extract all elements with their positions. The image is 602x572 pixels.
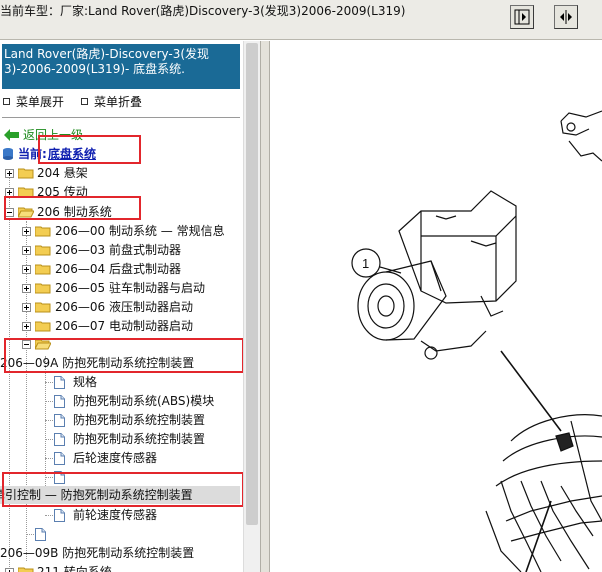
tree-node-label: 206—09B 防抱死制动系统控制装置 [0,546,195,560]
tree-node-206-03[interactable]: 206—03 前盘式制动器 [0,241,240,259]
expand-plus-icon[interactable] [22,322,31,331]
tree-doc-abs-module[interactable]: 防抱死制动系统(ABS)模块 [0,392,240,410]
highlight-box [2,472,244,507]
callout-number: 1 [362,256,369,271]
tree-node-206-06[interactable]: 206—06 液压制动器启动 [0,298,240,316]
folder-icon [18,168,34,179]
divider-line [2,117,240,118]
diagram-panel: 1 [271,41,602,572]
tree-doc-label: 后轮速度传感器 [73,451,158,465]
navigation-panel: Land Rover(路虎)-Discovery-3(发现3)-2006-200… [0,41,258,572]
tree-doc-abs-control-1[interactable]: 防抱死制动系统控制装置 [0,411,240,429]
collapse-square-icon [81,98,88,105]
tree-node-label: 206—06 液压制动器启动 [55,300,193,314]
document-icon [54,376,65,389]
database-icon [3,148,13,160]
expand-plus-icon[interactable] [5,169,14,178]
expand-plus-icon[interactable] [5,568,14,572]
tree-line [26,534,34,535]
tree-node-label: 206—07 电动制动器启动 [55,319,193,333]
highlight-box [4,196,141,220]
tree-node-204[interactable]: 204 悬架 [0,164,240,182]
expand-right-icon [514,9,530,25]
tree-node-label: 206—00 制动系统 — 常规信息 [55,224,225,238]
document-icon [54,395,65,408]
scrollbar-thumb[interactable] [246,43,258,525]
tree-doc-rear-sensor[interactable]: 后轮速度传感器 [0,449,240,467]
folder-icon [18,567,34,572]
tree-line [45,420,53,421]
tree-node-206-05[interactable]: 206—05 驻车制动器与启动 [0,279,240,297]
split-toggle-button[interactable] [554,5,578,29]
folder-icon [35,245,51,256]
panel-splitter[interactable] [260,41,270,572]
folder-icon [35,226,51,237]
expand-square-icon [3,98,10,105]
document-icon [54,433,65,446]
tree-doc-abs-control-2[interactable]: 防抱死制动系统控制装置 [0,430,240,448]
expand-plus-icon[interactable] [22,303,31,312]
highlight-box [4,338,244,373]
tree-line [45,515,53,516]
tree-node-211[interactable]: 211 转向系统 [0,563,240,572]
tree-node-206-07[interactable]: 206—07 电动制动器启动 [0,317,240,335]
document-icon [54,509,65,522]
tree-node-label: 206—05 驻车制动器与启动 [55,281,205,295]
folder-icon [35,264,51,275]
expand-right-button[interactable] [510,5,534,29]
tree-node-206-00[interactable]: 206—00 制动系统 — 常规信息 [0,222,240,240]
document-icon [54,414,65,427]
tree-doc-label: 前轮速度传感器 [73,508,158,522]
tree-node-206-09b[interactable]: 206—09B 防抱死制动系统控制装置 [0,544,240,562]
tree-line [45,439,53,440]
expand-plus-icon[interactable] [22,246,31,255]
tree-node-label: 206—04 后盘式制动器 [55,262,181,276]
tree-node-label: 206—03 前盘式制动器 [55,243,181,257]
tree-doc-label: 防抱死制动系统(ABS)模块 [73,394,215,408]
tree-line [45,458,53,459]
folder-icon [35,283,51,294]
title-bar: 当前车型：厂家:Land Rover(路虎)Discovery-3(发现3)20… [0,0,602,40]
tree-doc-label: 防抱死制动系统控制装置 [73,413,206,427]
tree-doc-label: 规格 [73,375,98,389]
collapse-split-icon [560,10,572,24]
tree-doc-label: 防抱死制动系统控制装置 [73,432,206,446]
document-icon [54,452,65,465]
abs-module-diagram: 1 [351,110,602,572]
tree-doc-spec[interactable]: 规格 [0,373,240,391]
tree-node-label: 211 转向系统 [37,565,112,572]
window-title: 当前车型：厂家:Land Rover(路虎)Discovery-3(发现3)20… [0,4,406,18]
tree-node-label: 204 悬架 [37,166,88,180]
menu-collapse-button[interactable]: 菜单折叠 [81,93,142,110]
menu-expand-label: 菜单展开 [16,95,65,109]
menu-collapse-label: 菜单折叠 [94,95,143,109]
tree-node-206-04[interactable]: 206—04 后盘式制动器 [0,260,240,278]
tree-doc-extra-icon-row[interactable] [0,525,240,543]
highlight-box [38,135,141,164]
tree-line [45,382,53,383]
tree-line [45,401,53,402]
expand-plus-icon[interactable] [22,284,31,293]
vertical-scrollbar[interactable] [243,41,260,572]
back-arrow-icon [4,129,19,141]
expand-plus-icon[interactable] [22,265,31,274]
tree-doc-front-sensor[interactable]: 前轮速度传感器 [0,506,240,524]
folder-icon [35,321,51,332]
menu-expand-button[interactable]: 菜单展开 [3,93,64,110]
expand-plus-icon[interactable] [22,227,31,236]
folder-icon [35,302,51,313]
document-icon [35,528,46,541]
model-header: Land Rover(路虎)-Discovery-3(发现3)-2006-200… [2,44,240,89]
